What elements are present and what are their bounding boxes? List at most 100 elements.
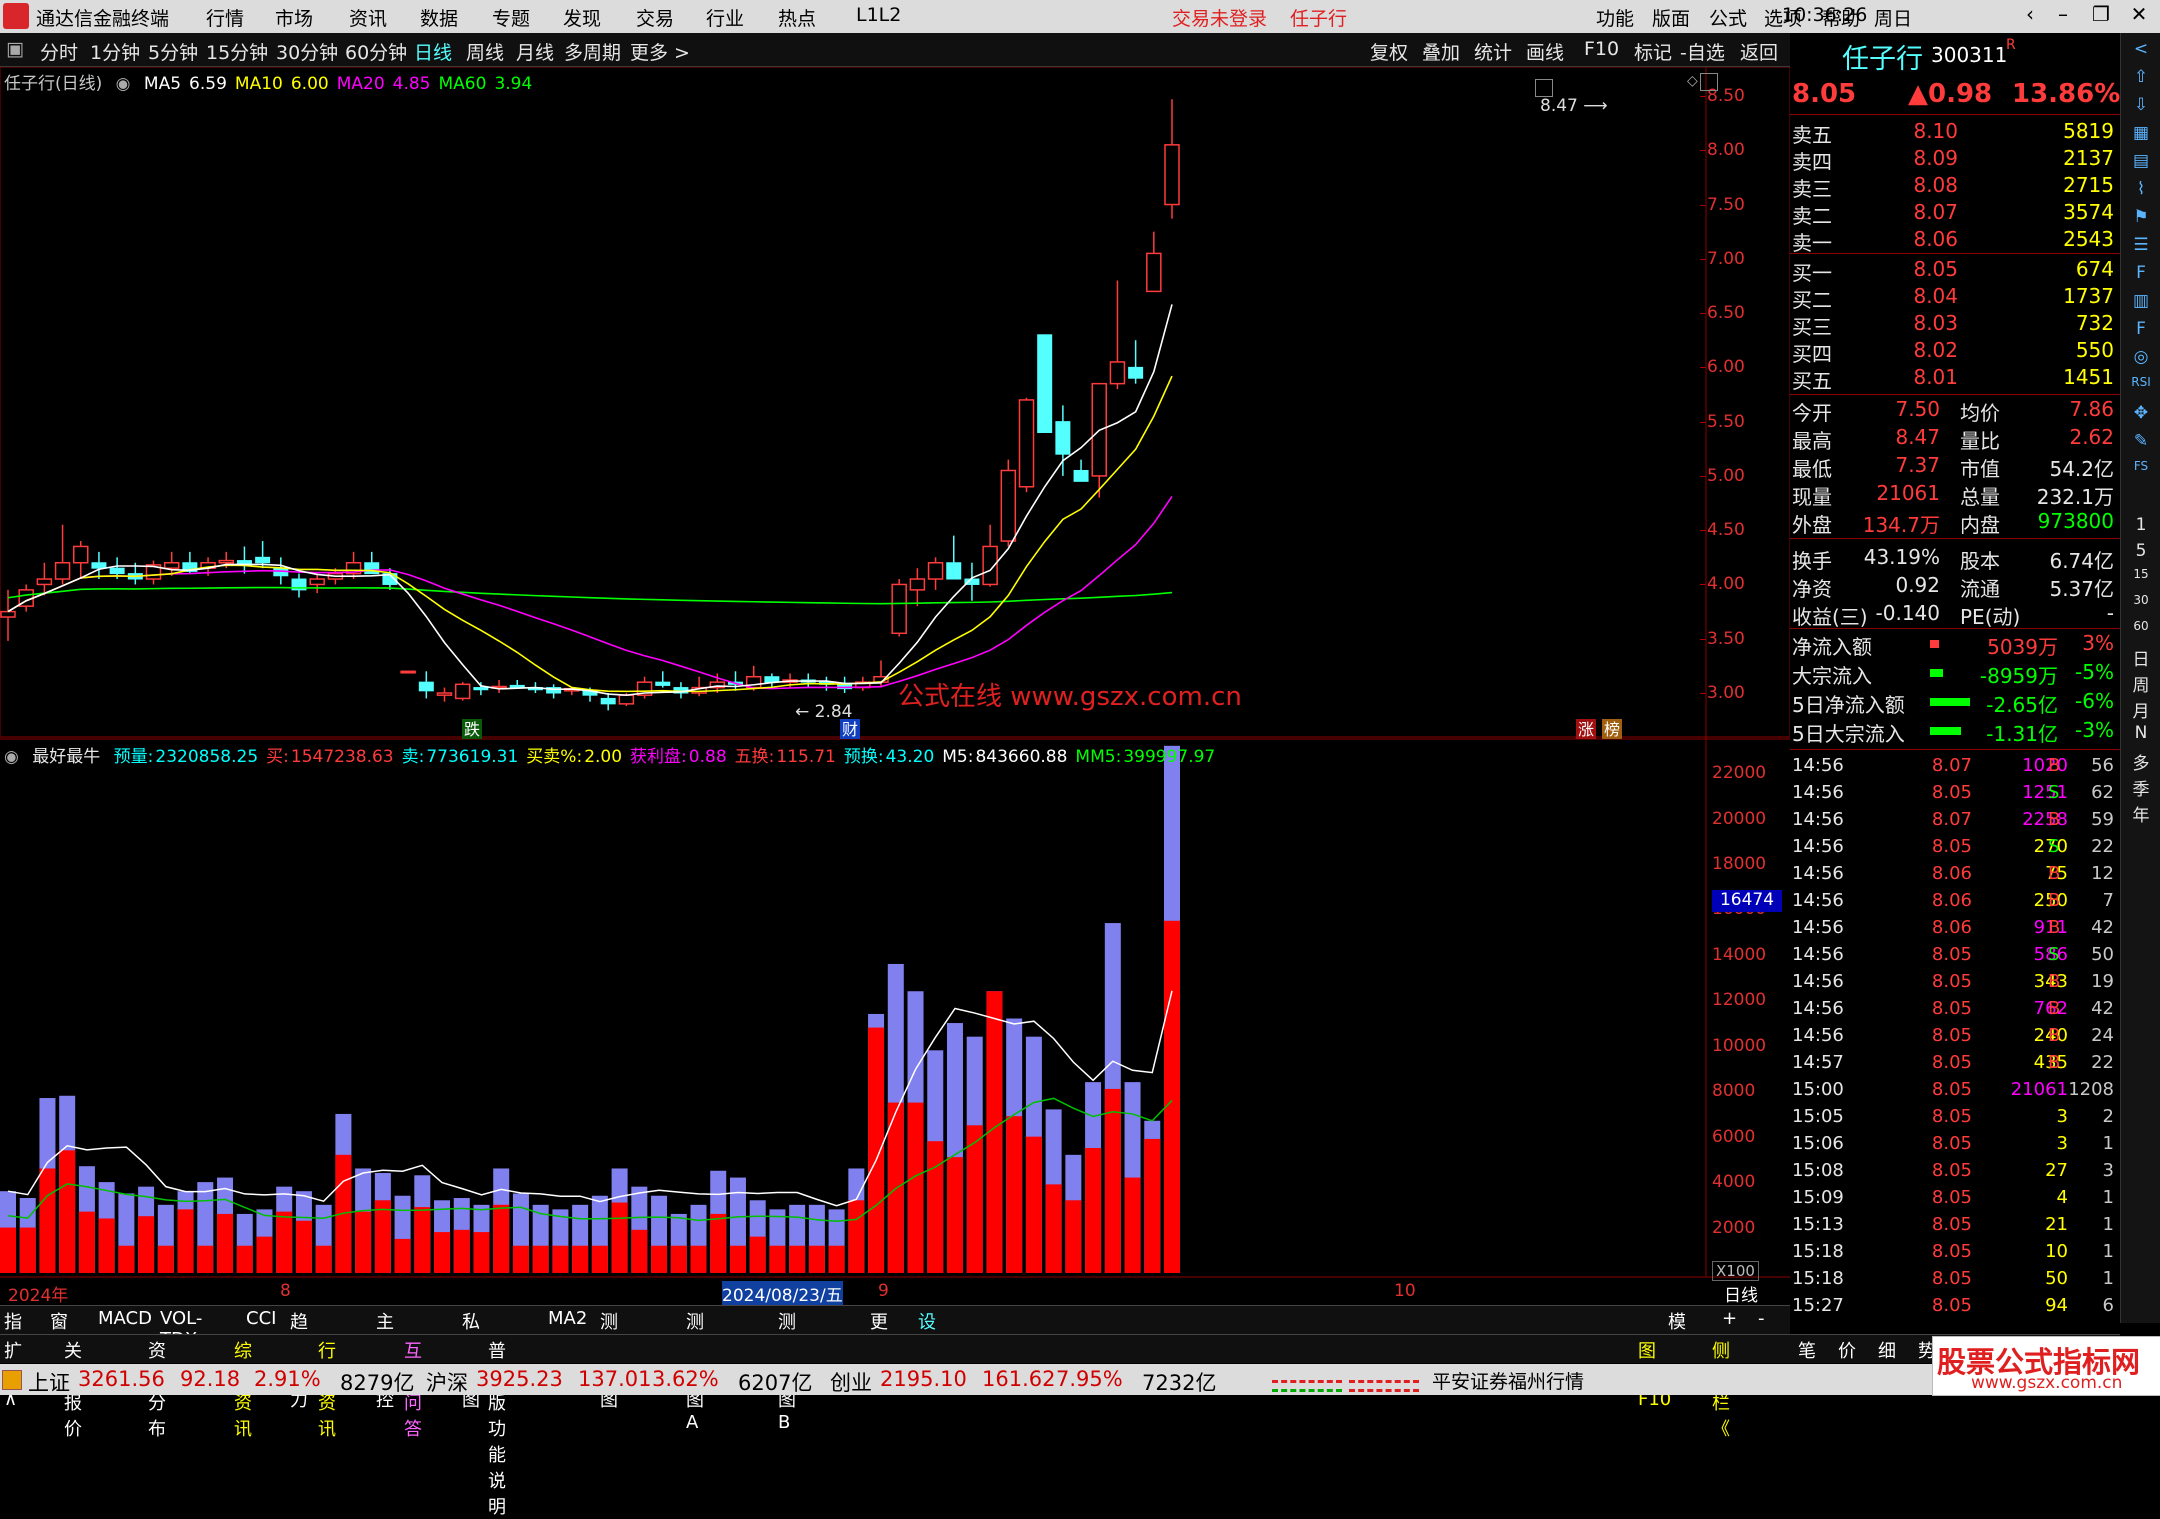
tool-tab-3[interactable]: 画线 bbox=[1526, 38, 1564, 65]
menu-right-item-2[interactable]: 公式 bbox=[1709, 4, 1747, 31]
period-tab-9[interactable]: 多周期 bbox=[564, 38, 621, 65]
week[interactable]: 周 bbox=[2129, 671, 2153, 696]
menu-item-9[interactable]: L1L2 bbox=[856, 4, 901, 26]
menu-item-0[interactable]: 行情 bbox=[206, 4, 244, 31]
tool-tab-7[interactable]: 返回 bbox=[1740, 38, 1778, 65]
close-icon[interactable]: ✕ bbox=[2124, 2, 2154, 30]
window-small-icon[interactable] bbox=[1700, 73, 1718, 91]
day[interactable]: 日 bbox=[2129, 645, 2153, 670]
period-tab-2[interactable]: 5分钟 bbox=[148, 38, 198, 65]
index-name-0[interactable]: 上证 bbox=[28, 1367, 70, 1397]
ask-row-4[interactable]: 卖一 8.06 2543 bbox=[1792, 227, 2118, 255]
multi[interactable]: 多 bbox=[2129, 749, 2153, 774]
chart-icon[interactable]: ▦ bbox=[2129, 123, 2153, 147]
tool-tab-1[interactable]: 叠加 bbox=[1422, 38, 1460, 65]
bid-row-0[interactable]: 买一 8.05 674 bbox=[1792, 257, 2118, 285]
settings-circle-icon[interactable]: ◉ bbox=[116, 74, 131, 94]
event-marker-bang[interactable]: 榜 bbox=[1604, 720, 1620, 739]
index-name-2[interactable]: 创业 bbox=[830, 1367, 872, 1397]
rsi-icon[interactable]: RSI bbox=[2129, 375, 2153, 399]
bid-row-2[interactable]: 买三 8.03 732 bbox=[1792, 311, 2118, 339]
kline-icon[interactable]: ⚑ bbox=[2129, 207, 2153, 231]
move-icon[interactable]: ✥ bbox=[2129, 403, 2153, 427]
side-tab-2[interactable]: 笔 bbox=[1798, 1337, 1816, 1363]
ask-row-1[interactable]: 卖四 8.09 2137 bbox=[1792, 146, 2118, 174]
menu-item-2[interactable]: 资讯 bbox=[349, 4, 387, 31]
ask-row-3[interactable]: 卖二 8.07 3574 bbox=[1792, 200, 2118, 228]
event-marker-die[interactable]: 跌 bbox=[464, 720, 480, 739]
volume-buy-bar bbox=[651, 1245, 668, 1273]
period-tab-4[interactable]: 30分钟 bbox=[276, 38, 338, 65]
circle-icon[interactable]: ◎ bbox=[2129, 347, 2153, 371]
down-icon[interactable]: ⇩ bbox=[2129, 95, 2153, 119]
menu-item-6[interactable]: 交易 bbox=[636, 4, 674, 31]
template-tab-1[interactable]: + bbox=[1722, 1308, 1737, 1329]
cycle-1[interactable]: 1 bbox=[2129, 515, 2153, 539]
doc-icon[interactable]: ▥ bbox=[2129, 291, 2153, 315]
ask-row-0[interactable]: 卖五 8.10 5819 bbox=[1792, 119, 2118, 147]
line-icon[interactable]: ⌇ bbox=[2129, 179, 2153, 203]
n[interactable]: N bbox=[2129, 723, 2153, 747]
up-icon[interactable]: ⇧ bbox=[2129, 67, 2153, 91]
period-tab-10[interactable]: 更多 > bbox=[630, 38, 690, 65]
ask-row-2[interactable]: 卖三 8.08 2715 bbox=[1792, 173, 2118, 201]
tool-tab-6[interactable]: -自选 bbox=[1680, 38, 1725, 65]
quote-stock-name: 任子行 bbox=[1842, 44, 1923, 75]
tool-tab-4[interactable]: F10 bbox=[1584, 38, 1619, 60]
side-tab-3[interactable]: 价 bbox=[1838, 1337, 1856, 1363]
diamond-icon[interactable]: ◇ bbox=[1687, 73, 1698, 89]
indicator-tab-8[interactable]: MA2 bbox=[548, 1308, 587, 1329]
grid-icon[interactable]: ▤ bbox=[2129, 151, 2153, 175]
f10-icon[interactable]: F bbox=[2129, 263, 2153, 287]
event-marker-zhang[interactable]: 涨 bbox=[1578, 720, 1594, 739]
side-tab-4[interactable]: 细 bbox=[1878, 1337, 1896, 1363]
pen-icon[interactable]: ✎ bbox=[2129, 431, 2153, 455]
restore-icon[interactable]: ❐ bbox=[2086, 2, 2116, 30]
event-marker-cai[interactable]: 财 bbox=[842, 720, 858, 739]
period-tab-0[interactable]: 分时 bbox=[40, 38, 78, 65]
main-chart-area[interactable]: 8.47 ⟶← 2.84 公式在线 www.gszx.com.cn跌财涨榜 bbox=[0, 67, 1790, 1319]
menu-item-8[interactable]: 热点 bbox=[778, 4, 816, 31]
menu-right-item-1[interactable]: 版面 bbox=[1652, 4, 1690, 31]
bid-row-1[interactable]: 买二 8.04 1737 bbox=[1792, 284, 2118, 312]
cycle-30[interactable]: 30 bbox=[2129, 593, 2153, 617]
period-tab-8[interactable]: 月线 bbox=[516, 38, 554, 65]
bid-row-3[interactable]: 买四 8.02 550 bbox=[1792, 338, 2118, 366]
indicator-tab-2[interactable]: MACD bbox=[98, 1308, 152, 1329]
chart-option-icon[interactable] bbox=[1535, 79, 1553, 97]
cycle-60[interactable]: 60 bbox=[2129, 619, 2153, 643]
back-icon[interactable]: < bbox=[2129, 39, 2153, 63]
status-menu-icon[interactable] bbox=[2, 1370, 22, 1390]
month[interactable]: 月 bbox=[2129, 697, 2153, 722]
menu-item-7[interactable]: 行业 bbox=[706, 4, 744, 31]
menu-item-4[interactable]: 专题 bbox=[492, 4, 530, 31]
f2-icon[interactable]: F bbox=[2129, 319, 2153, 343]
period-tab-1[interactable]: 1分钟 bbox=[90, 38, 140, 65]
menu-item-5[interactable]: 发现 bbox=[563, 4, 601, 31]
menu-item-3[interactable]: 数据 bbox=[420, 4, 458, 31]
cycle-15[interactable]: 15 bbox=[2129, 567, 2153, 591]
list-icon[interactable]: ☰ bbox=[2129, 235, 2153, 259]
period-tab-3[interactable]: 15分钟 bbox=[206, 38, 268, 65]
index-name-1[interactable]: 沪深 bbox=[426, 1367, 468, 1397]
menu-right-item-0[interactable]: 功能 bbox=[1596, 4, 1634, 31]
template-tab-2[interactable]: - bbox=[1758, 1308, 1765, 1329]
collapse-icon[interactable]: ▣ bbox=[6, 38, 24, 60]
period-tab-7[interactable]: 周线 bbox=[466, 38, 504, 65]
year[interactable]: 年 bbox=[2129, 801, 2153, 826]
bid-row-4[interactable]: 买五 8.01 1451 bbox=[1792, 365, 2118, 393]
period-tab-6[interactable]: 日线 bbox=[414, 38, 452, 65]
minimize-icon[interactable]: – bbox=[2048, 2, 2078, 30]
period-tab-5[interactable]: 60分钟 bbox=[345, 38, 407, 65]
tool-tab-5[interactable]: 标记 bbox=[1634, 38, 1672, 65]
cycle-5[interactable]: 5 bbox=[2129, 541, 2153, 565]
vol-settings-icon[interactable]: ◉ bbox=[4, 747, 19, 767]
back-icon[interactable]: ‹ bbox=[2015, 2, 2045, 30]
season[interactable]: 季 bbox=[2129, 775, 2153, 800]
fs-icon[interactable]: FS bbox=[2129, 459, 2153, 483]
tool-tab-0[interactable]: 复权 bbox=[1370, 38, 1408, 65]
indicator-tab-4[interactable]: CCI bbox=[246, 1308, 276, 1329]
login-status[interactable]: 交易未登录 bbox=[1172, 4, 1267, 31]
tool-tab-2[interactable]: 统计 bbox=[1474, 38, 1512, 65]
menu-item-1[interactable]: 市场 bbox=[275, 4, 313, 31]
